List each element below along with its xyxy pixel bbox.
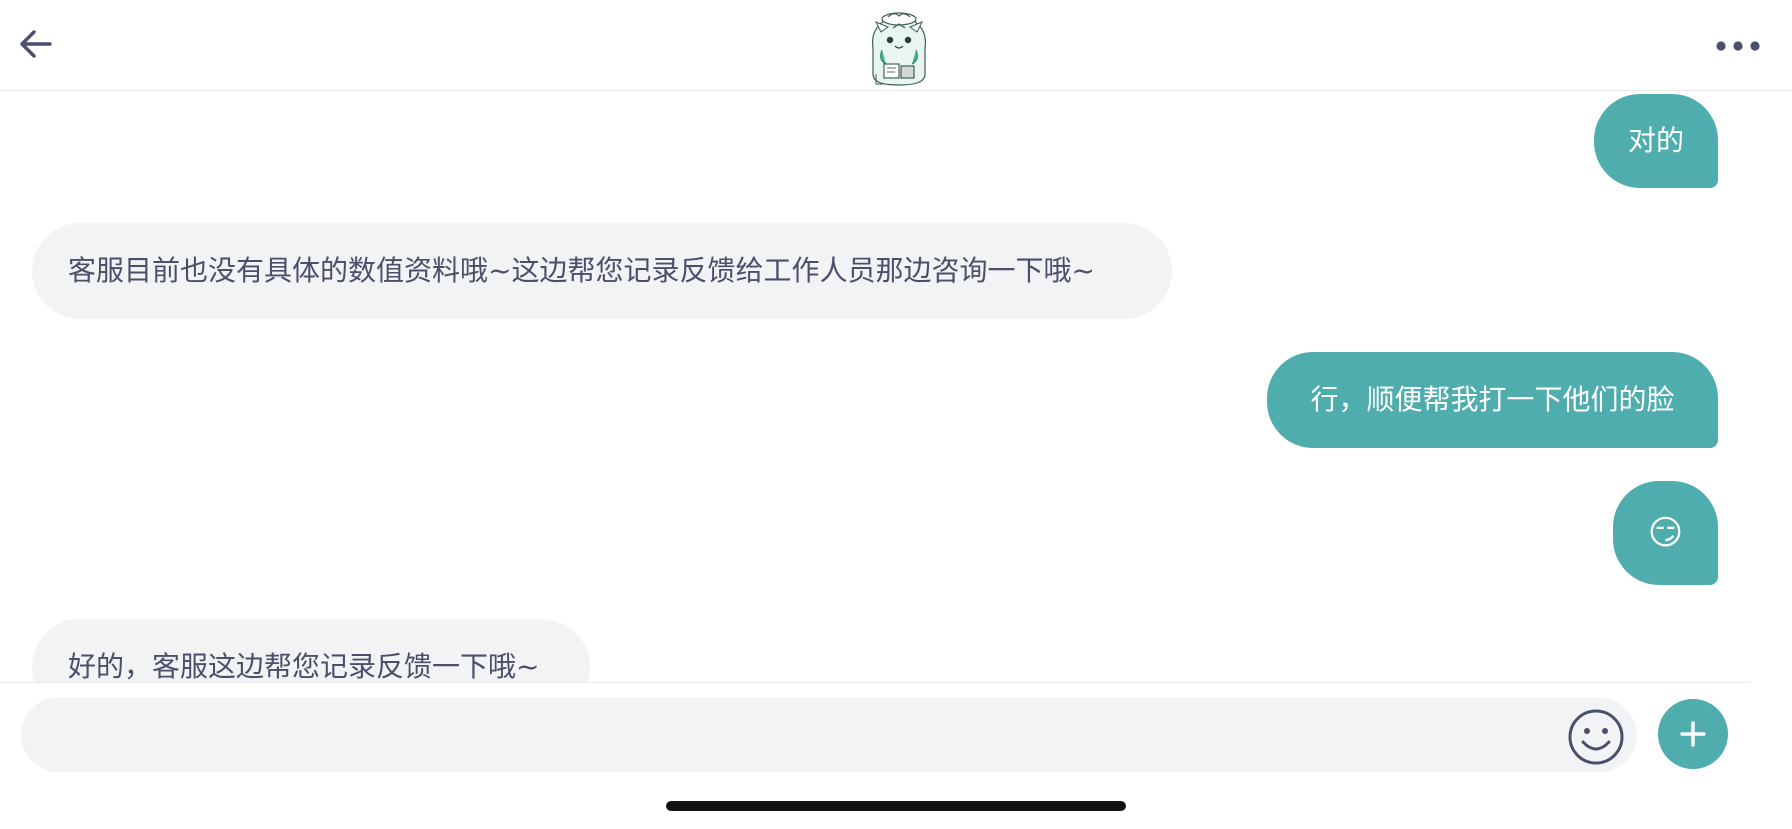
emoji-button[interactable] [1566, 707, 1626, 767]
chat-header [0, 0, 1792, 91]
more-horizontal-icon [1716, 41, 1760, 51]
mascot-avatar-icon [871, 12, 927, 86]
avatar[interactable] [864, 8, 934, 86]
message-input[interactable] [21, 698, 1637, 772]
attach-button[interactable] [1658, 699, 1728, 769]
message-list[interactable]: 对的 客服目前也没有具体的数值资料哦~这边帮您记录反馈给工作人员那边咨询一下哦~… [0, 91, 1750, 682]
home-indicator [666, 801, 1126, 811]
back-button[interactable] [14, 22, 58, 66]
arrow-left-icon [20, 30, 52, 58]
plus-icon [1680, 721, 1706, 747]
more-options-button[interactable] [1710, 24, 1766, 68]
outgoing-message[interactable]: 行，顺便帮我打一下他们的脸 [1267, 352, 1718, 448]
smiley-icon [1568, 709, 1624, 765]
incoming-message[interactable]: 客服目前也没有具体的数值资料哦~这边帮您记录反馈给工作人员那边咨询一下哦~ [32, 223, 1172, 319]
incoming-message[interactable]: 好的，客服这边帮您记录反馈一下哦~ [32, 619, 590, 682]
outgoing-emoji-message[interactable]: 😏 [1613, 481, 1718, 585]
outgoing-message[interactable]: 对的 [1594, 94, 1718, 188]
